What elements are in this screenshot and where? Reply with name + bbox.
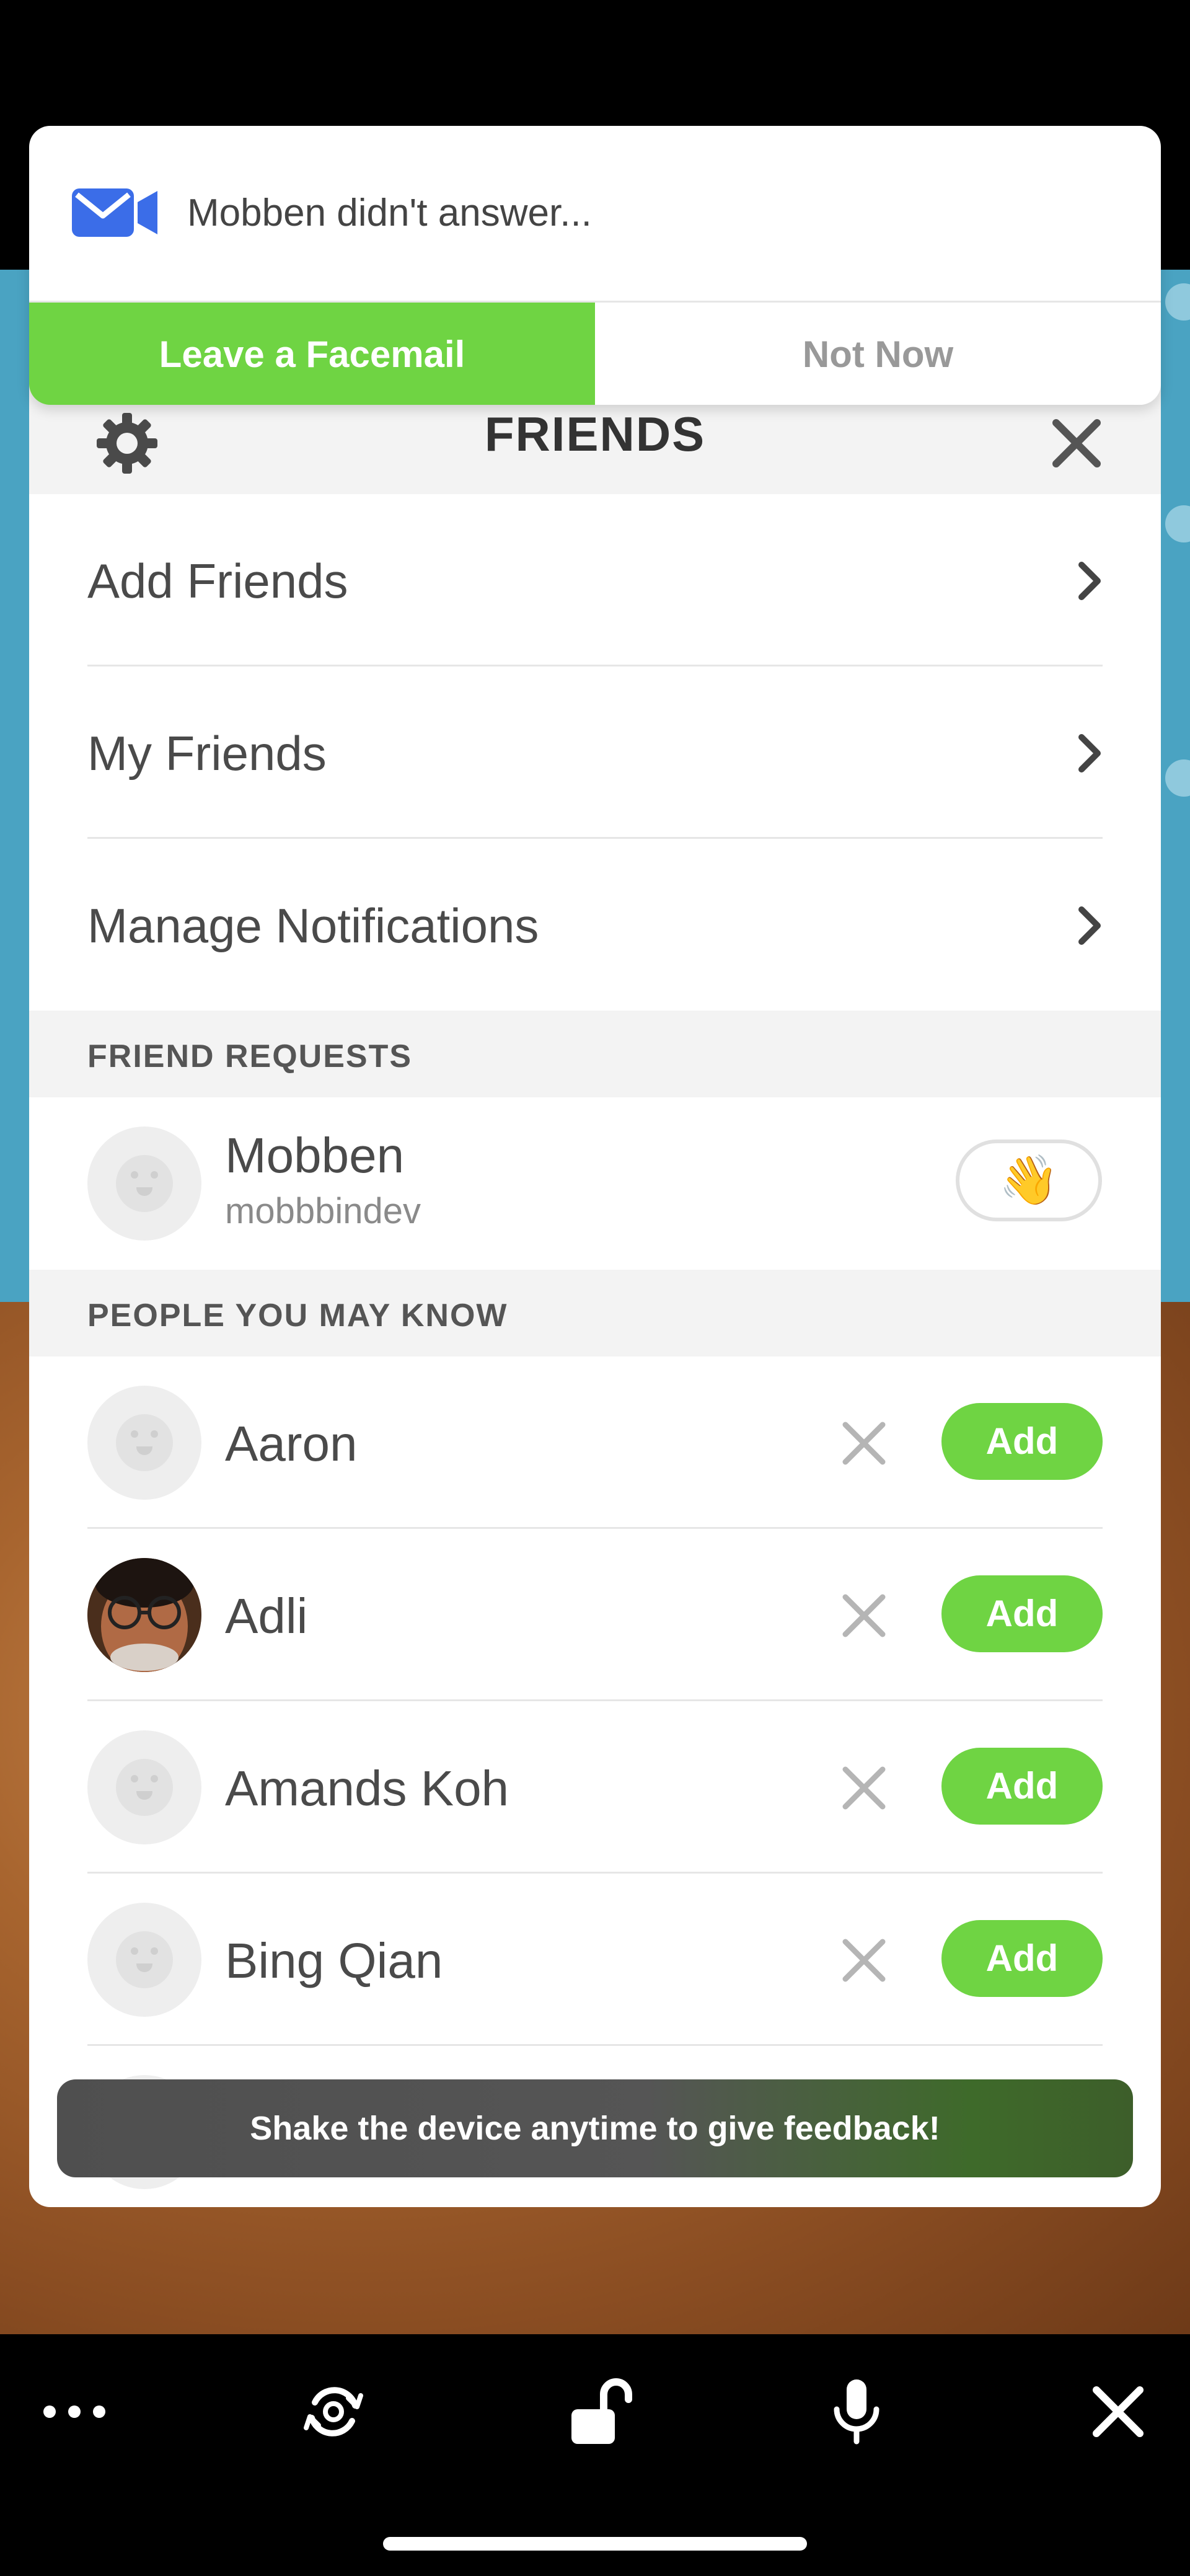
unlock-icon[interactable] bbox=[558, 2375, 632, 2449]
panel-title: FRIENDS bbox=[484, 407, 706, 461]
avatar bbox=[87, 1386, 201, 1500]
home-indicator[interactable] bbox=[383, 2537, 807, 2551]
background-dot bbox=[1165, 283, 1190, 321]
friend-request-name: Mobben bbox=[225, 1128, 405, 1183]
suggestion-name: Adli bbox=[225, 1588, 308, 1644]
avatar-photo bbox=[87, 1558, 201, 1672]
chevron-right-icon bbox=[1078, 906, 1101, 945]
suggestion-name: Bing Qian bbox=[225, 1933, 443, 1988]
dismiss-icon[interactable] bbox=[836, 1760, 892, 1816]
not-now-button[interactable]: Not Now bbox=[595, 303, 1161, 405]
suggestion-row: Adli Add bbox=[29, 1529, 1161, 1701]
dismiss-icon[interactable] bbox=[836, 1588, 892, 1644]
close-icon[interactable] bbox=[1042, 409, 1111, 477]
avatar bbox=[87, 1903, 201, 2017]
suggestion-name: Amands Koh bbox=[225, 1761, 509, 1816]
add-button[interactable]: Add bbox=[941, 1403, 1103, 1480]
notification-message: Mobben didn't answer... bbox=[187, 192, 592, 234]
video-mail-icon bbox=[72, 188, 157, 237]
menu-item-label: My Friends bbox=[87, 726, 327, 781]
menu-item-my-friends[interactable]: My Friends bbox=[29, 666, 1161, 839]
menu-item-add-friends[interactable]: Add Friends bbox=[29, 494, 1161, 666]
section-header-people-you-may-know: PEOPLE YOU MAY KNOW bbox=[29, 1270, 1161, 1357]
add-button[interactable]: Add bbox=[941, 1748, 1103, 1825]
flip-camera-icon[interactable] bbox=[296, 2375, 371, 2449]
menu-item-label: Add Friends bbox=[87, 554, 348, 608]
wave-icon: 👋 bbox=[998, 1153, 1059, 1207]
leave-facemail-button[interactable]: Leave a Facemail bbox=[29, 303, 595, 405]
missed-call-notification: Mobben didn't answer... Leave a Facemail… bbox=[29, 126, 1161, 405]
section-header-friend-requests: FRIEND REQUESTS bbox=[29, 1011, 1161, 1097]
background-dot bbox=[1165, 505, 1190, 542]
microphone-icon[interactable] bbox=[819, 2375, 894, 2449]
friends-panel: FRIENDS Add Friends My Friends Manage No… bbox=[29, 347, 1161, 2207]
chevron-right-icon bbox=[1078, 734, 1101, 772]
suggestion-name: Aaron bbox=[225, 1416, 358, 1471]
avatar bbox=[87, 1730, 201, 1844]
section-header-label: PEOPLE YOU MAY KNOW bbox=[87, 1298, 508, 1334]
menu-item-label: Manage Notifications bbox=[87, 898, 539, 953]
close-call-icon[interactable] bbox=[1081, 2375, 1155, 2449]
suggestion-row: Amands Koh Add bbox=[29, 1701, 1161, 1874]
add-button[interactable]: Add bbox=[941, 1575, 1103, 1652]
wave-button[interactable]: 👋 bbox=[956, 1140, 1102, 1221]
add-button[interactable]: Add bbox=[941, 1920, 1103, 1997]
section-header-label: FRIEND REQUESTS bbox=[87, 1038, 413, 1074]
menu-item-manage-notifications[interactable]: Manage Notifications bbox=[29, 839, 1161, 1011]
dismiss-icon[interactable] bbox=[836, 1415, 892, 1471]
feedback-toast: Shake the device anytime to give feedbac… bbox=[57, 2079, 1133, 2177]
avatar bbox=[87, 1126, 201, 1241]
suggestion-row: Aaron Add bbox=[29, 1357, 1161, 1529]
background-dot bbox=[1165, 759, 1190, 797]
dismiss-icon[interactable] bbox=[836, 1932, 892, 1988]
suggestion-row: Bing Qian Add bbox=[29, 1874, 1161, 2046]
notification-actions: Leave a Facemail Not Now bbox=[29, 301, 1161, 405]
chevron-right-icon bbox=[1078, 562, 1101, 600]
friend-request-username: mobbbindev bbox=[225, 1191, 421, 1231]
more-icon[interactable] bbox=[37, 2375, 112, 2449]
friend-request-row: Mobben mobbbindev 👋 bbox=[29, 1097, 1161, 1270]
